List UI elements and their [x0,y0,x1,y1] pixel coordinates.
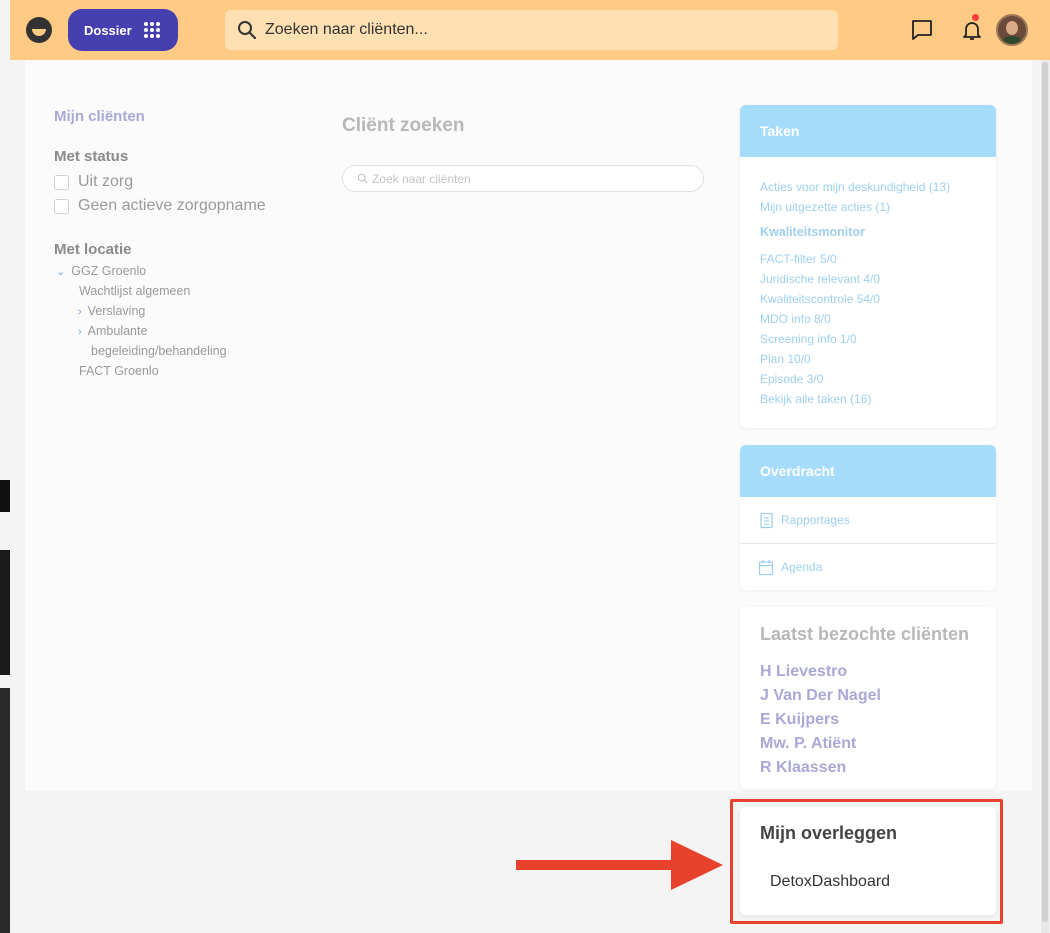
location-label-continued: begeleiding/behandeling [91,344,227,358]
status-option-label: Geen actieve zorgopname [78,197,266,214]
monitor-link[interactable]: Plan 10/0 [760,352,811,366]
client-search-title: Cliënt zoeken [342,115,465,136]
user-avatar[interactable] [996,14,1028,46]
notification-badge [972,14,979,21]
monitor-link[interactable]: FACT-filter 5/0 [760,252,837,266]
annotation-arrow-icon [516,860,676,870]
document-icon [760,512,773,528]
apps-grid-icon [144,22,160,38]
client-search-field[interactable] [342,165,704,192]
messages-icon[interactable] [910,18,934,42]
client-search-bar[interactable] [225,10,838,50]
location-label: Wachtlijst algemeen [79,284,191,298]
calendar-icon [758,559,774,575]
recent-clients-title: Laatst bezochte cliënten [760,624,970,644]
location-label: GGZ Groenlo [71,264,147,278]
monitor-link[interactable]: Juridische relevant 4/0 [760,272,880,286]
background-window-edge [0,550,10,675]
chevron-right-icon[interactable]: › [78,326,82,338]
notifications-bell-icon[interactable] [960,18,984,42]
monitor-link[interactable]: Screening info 1/0 [760,332,857,346]
recent-client-link[interactable]: J Van Der Nagel [760,687,881,705]
location-label: Ambulante [87,324,148,338]
location-label: Verslaving [87,304,146,318]
top-bar: Dossier [10,0,1050,60]
chevron-right-icon[interactable]: › [78,306,82,318]
scrollbar-thumb[interactable] [1042,62,1048,922]
recent-clients-card: Laatst bezochte cliënten H Lievestro J V… [740,607,996,789]
monitor-link[interactable]: MDO info 8/0 [760,312,831,326]
view-all-tasks-link[interactable]: Bekijk alle taken (16) [760,392,871,406]
quality-monitor-heading: Kwaliteitsmonitor [760,225,865,239]
status-option-uit-zorg[interactable]: Uit zorg [54,173,133,191]
monitor-link[interactable]: Kwaliteitscontrole 54/0 [760,292,880,306]
location-tree-item[interactable]: › Verslaving [78,304,145,318]
handover-card-title: Overdracht [740,445,996,497]
recent-client-link[interactable]: R Klaassen [760,759,846,777]
app-logo-icon[interactable] [26,17,52,43]
location-tree-item[interactable]: Wachtlijst algemeen [79,284,190,298]
tasks-card: Taken Acties voor mijn deskundigheid (13… [740,105,996,428]
status-option-geen-zorgopname[interactable]: Geen actieve zorgopname [54,197,266,215]
status-option-label: Uit zorg [78,173,134,190]
client-search-field-input[interactable] [372,171,692,186]
handover-card: Overdracht Rapportages Agenda [740,445,996,590]
location-tree-root[interactable]: ⌄ GGZ Groenlo [56,264,146,278]
location-heading: Met locatie [54,241,132,258]
background-window-edge [0,688,10,933]
checkbox[interactable] [54,198,69,214]
task-link[interactable]: Mijn uitgezette acties (1) [760,200,890,214]
search-icon [357,173,368,184]
dossier-button-label: Dossier [84,22,132,38]
background-window-edge [0,480,10,512]
reports-label: Rapportages [781,513,850,527]
chevron-down-icon[interactable]: ⌄ [56,265,65,278]
status-heading: Met status [54,148,129,165]
dossier-app-switcher-button[interactable]: Dossier [68,9,178,51]
agenda-label: Agenda [781,560,823,574]
recent-client-link[interactable]: E Kuijpers [760,711,839,729]
agenda-link[interactable]: Agenda [740,544,996,590]
tasks-card-title: Taken [740,105,996,157]
search-icon [238,21,257,40]
task-link[interactable]: Acties voor mijn deskundigheid (13) [760,180,950,194]
annotation-arrowhead [671,840,723,890]
client-search-input[interactable] [265,21,825,39]
checkbox[interactable] [54,174,69,190]
recent-client-link[interactable]: H Lievestro [760,663,847,681]
reports-link[interactable]: Rapportages [740,497,996,543]
recent-client-link[interactable]: Mw. P. Atiënt [760,735,856,753]
location-label: FACT Groenlo [79,364,159,378]
my-clients-link[interactable]: Mijn cliënten [54,108,145,125]
monitor-link[interactable]: Episode 3/0 [760,372,823,386]
location-tree-item[interactable]: › Ambulante [78,324,147,338]
location-tree-item[interactable]: FACT Groenlo [79,364,159,378]
annotation-highlight-box [730,799,1003,924]
